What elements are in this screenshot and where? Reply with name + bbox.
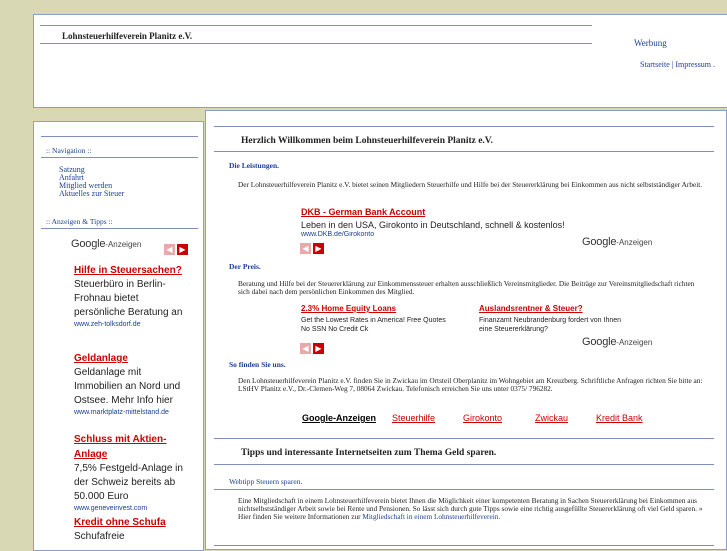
ad-arrows: ◀ ▶: [300, 338, 326, 356]
werbung-label: Werbung: [634, 38, 667, 48]
section-heading-leistungen: Die Leistungen.: [229, 161, 280, 170]
sidebar-ad-url[interactable]: www.zeh-tolksdorf.de: [74, 320, 192, 329]
nav-link-impressum[interactable]: Impressum: [675, 60, 711, 69]
chevron-right-icon[interactable]: ▶: [177, 244, 188, 255]
google-ads-label[interactable]: Google-Anzeigen: [582, 236, 652, 248]
tips-link-mitgliedschaft[interactable]: Mitgliedschaft in einem Lohnsteuerhilfev…: [362, 512, 500, 521]
nav-tail: .: [712, 60, 715, 69]
linkbar-google-anzeigen[interactable]: Google-Anzeigen: [302, 413, 376, 423]
ad-dkb-desc: Leben in den USA, Girokonto in Deutschla…: [301, 220, 565, 230]
ad-home-equity-title[interactable]: 2.3% Home Equity Loans: [301, 304, 396, 313]
navigation-heading: :: Navigation ::: [46, 146, 92, 155]
chevron-right-icon[interactable]: ▶: [313, 343, 324, 354]
section-heading-preis: Der Preis.: [229, 262, 261, 271]
chevron-right-icon[interactable]: ▶: [313, 243, 324, 254]
sidebar-rule: [41, 157, 198, 158]
linkbar-zwickau[interactable]: Zwickau: [535, 413, 568, 423]
ad-home-equity-desc: Get the Lowest Rates in America! Free Qu…: [301, 317, 446, 333]
google-logo: Google: [582, 336, 617, 348]
sidebar-ad: Hilfe in Steuersachen? Steuerbüro in Ber…: [74, 263, 192, 329]
nav-link-startseite[interactable]: Startseite: [640, 60, 670, 69]
ad-auslandsrentner-title[interactable]: Auslandsrentner & Steuer?: [479, 304, 583, 313]
site-title: Lohnsteuerhilfeverein Planitz e.V.: [62, 31, 193, 41]
sidebar-ad-desc: Steuerbüro in Berlin-Frohnau bietet pers…: [74, 279, 183, 318]
main-rule: [214, 126, 714, 127]
main-content: Herzlich Willkommen beim Lohnsteuerhilfe…: [205, 110, 727, 550]
sidebar-ad-desc: Schufafreie: [74, 531, 125, 542]
main-rule: [214, 489, 714, 490]
top-nav: Startseite | Impressum .: [640, 60, 715, 69]
section-heading-anfahrt: So finden Sie uns.: [229, 360, 286, 369]
main-rule: [214, 545, 714, 546]
sidebar-nav: Satzung Anfahrt Mitglied werden Aktuelle…: [59, 166, 124, 198]
webtipp-label: Webtipp Steuern sparen.: [229, 477, 303, 486]
tips-heading: Tipps und interessante Internetseiten zu…: [241, 448, 497, 458]
sidebar-ad-title[interactable]: Kredit ohne Schufa: [74, 515, 192, 530]
header-rule-bottom: [40, 43, 592, 44]
section-text-anfahrt: Den Lohnsteuerhilfeverein Planitz e.V. f…: [238, 376, 703, 393]
google-ads-label[interactable]: Google-Anzeigen: [582, 336, 652, 348]
linkbar-steuerhilfe[interactable]: Steuerhilfe: [392, 413, 435, 423]
sidebar-ad-url[interactable]: www.geneveinvest.com: [74, 504, 192, 513]
sidebar-rule: [41, 228, 198, 229]
welcome-heading: Herzlich Willkommen beim Lohnsteuerhilfe…: [241, 136, 493, 146]
ad-auslandsrentner-desc: Finanzamt Neubrandenburg fordert von Ihn…: [479, 317, 622, 333]
sidebar-ad-title[interactable]: Schluss mit Aktien-Anlage: [74, 432, 192, 462]
google-logo: Google: [71, 238, 106, 250]
ad-arrows: ◀ ▶: [300, 238, 326, 256]
sidebar-ad: Schluss mit Aktien-Anlage 7,5% Festgeld-…: [74, 432, 192, 513]
tips-text: Eine Mitgliedschaft in einem Lohnsteuerh…: [238, 496, 703, 521]
section-text-leistungen: Der Lohnsteuerhilfeverein Planitz e.V. b…: [238, 180, 703, 189]
chevron-left-icon[interactable]: ◀: [300, 243, 311, 254]
ads-heading: :: Anzeigen & Tipps ::: [46, 217, 113, 226]
sidebar-ad-desc: 7,5% Festgeld-Anlage in der Schweiz bere…: [74, 463, 183, 502]
ad-dkb-url[interactable]: www.DKB.de/Girokonto: [301, 231, 374, 238]
google-logo: Google: [582, 236, 617, 248]
sidebar-ad-desc: Geldanlage mit Immobilien an Nord und Os…: [74, 367, 181, 406]
sidebar-ad: Geldanlage Geldanlage mit Immobilien an …: [74, 351, 192, 417]
main-rule: [214, 151, 714, 152]
linkbar-kredit-bank[interactable]: Kredit Bank: [596, 413, 643, 423]
google-ads-label[interactable]: Google-Anzeigen: [71, 238, 141, 250]
sidebar-ad-title[interactable]: Hilfe in Steuersachen?: [74, 263, 192, 278]
main-rule: [214, 438, 714, 439]
main-rule: [214, 464, 714, 465]
header-rule-top: [40, 25, 592, 26]
sidebar-item-aktuelles[interactable]: Aktuelles zur Steuer: [59, 190, 124, 198]
chevron-left-icon[interactable]: ◀: [300, 343, 311, 354]
header: Lohnsteuerhilfeverein Planitz e.V. Werbu…: [33, 14, 727, 108]
ad-arrows: ◀ ▶: [164, 239, 190, 257]
sidebar-ad: Kredit ohne Schufa Schufafreie: [74, 515, 192, 544]
sidebar: :: Navigation :: Satzung Anfahrt Mitglie…: [33, 121, 204, 551]
sidebar-ad-url[interactable]: www.marktplatz-mittelstand.de: [74, 408, 192, 417]
ad-dkb-title[interactable]: DKB - German Bank Account: [301, 207, 425, 217]
sidebar-ad-title[interactable]: Geldanlage: [74, 351, 192, 366]
chevron-left-icon[interactable]: ◀: [164, 244, 175, 255]
nav-separator: |: [671, 60, 674, 69]
linkbar-girokonto[interactable]: Girokonto: [463, 413, 502, 423]
section-text-preis: Beratung und Hilfe bei der Steuererkläru…: [238, 279, 695, 296]
sidebar-rule: [41, 136, 198, 137]
